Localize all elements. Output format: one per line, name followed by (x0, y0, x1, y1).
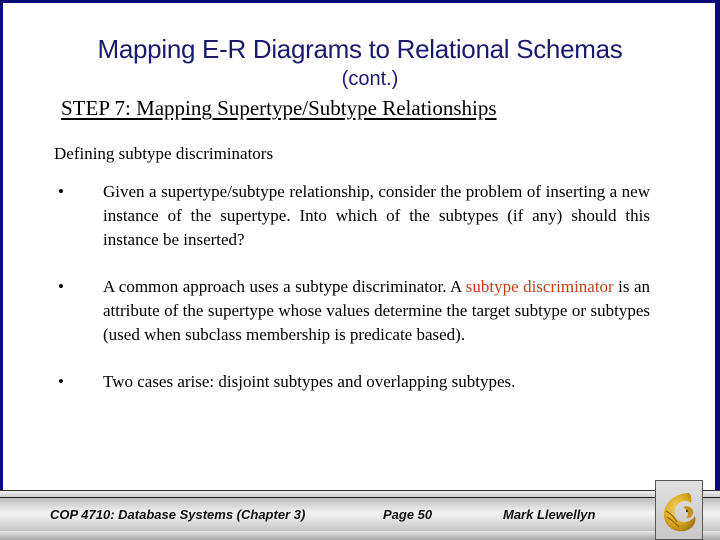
bullet-text-before: A common approach uses a subtype discrim… (103, 277, 466, 296)
bullet-marker: • (58, 277, 64, 296)
highlighted-term: subtype discriminator (465, 277, 614, 296)
bullet-marker: • (58, 182, 64, 201)
bullet-marker: • (58, 372, 64, 391)
footer-page-number: Page 50 (383, 507, 433, 522)
logo-box (655, 480, 703, 540)
bullet-item: • Given a supertype/subtype relationship… (54, 180, 650, 252)
bullet-text: Two cases arise: disjoint subtypes and o… (103, 372, 516, 391)
bullet-item: • A common approach uses a subtype discr… (54, 275, 650, 347)
footer-course: COP 4710: Database Systems (Chapter 3) (50, 507, 306, 522)
footer-bottom-band (0, 531, 720, 540)
slide-subtitle: (cont.) (341, 68, 399, 90)
slide-title: Mapping E-R Diagrams to Relational Schem… (97, 34, 623, 64)
slide-border-top (0, 0, 720, 3)
bullet-item: • Two cases arise: disjoint subtypes and… (54, 370, 650, 394)
ucf-pegasus-logo-icon (663, 493, 696, 532)
step-heading: STEP 7: Mapping Supertype/Subtype Relati… (61, 96, 497, 120)
bullet-list: • Given a supertype/subtype relationship… (54, 180, 650, 417)
section-label: Defining subtype discriminators (54, 144, 274, 163)
slide: Mapping E-R Diagrams to Relational Schem… (0, 0, 720, 540)
footer-author: Mark Llewellyn (503, 507, 596, 522)
bullet-text: Given a supertype/subtype relationship, … (103, 182, 650, 249)
